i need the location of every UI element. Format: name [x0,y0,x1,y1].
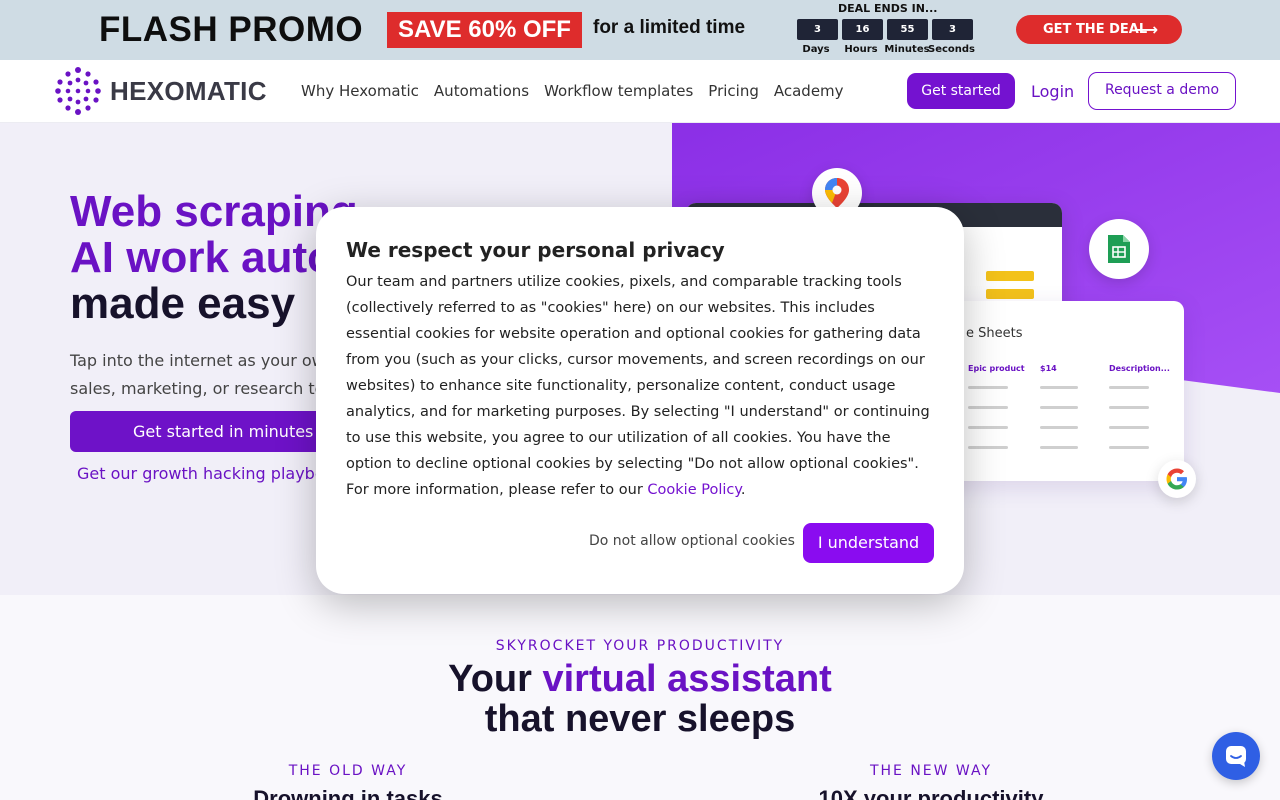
modal-overlay: We respect your personal privacy Our tea… [0,0,1280,800]
i-understand-button[interactable]: I understand [803,523,934,563]
cookie-dialog-title: We respect your personal privacy [346,238,725,262]
cookie-dialog-body: Our team and partners utilize cookies, p… [346,274,930,472]
more-info-suffix: . [740,482,746,498]
cookie-dialog-more-info: For more information, please refer to ou… [346,477,746,503]
cookie-consent-dialog: We respect your personal privacy Our tea… [316,207,964,594]
cookie-policy-link[interactable]: Cookie Policy [647,482,740,498]
decline-optional-cookies-button[interactable]: Do not allow optional cookies [589,533,795,549]
more-info-text: For more information, please refer to ou… [346,482,648,498]
